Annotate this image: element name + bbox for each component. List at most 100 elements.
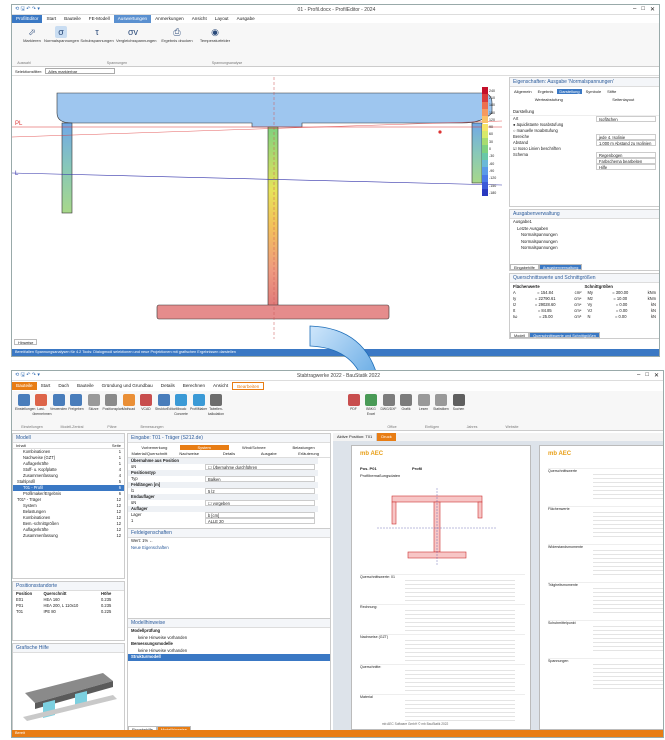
tab-2[interactable]: Bauteile bbox=[60, 15, 85, 23]
tab-3[interactable]: FE-Modell bbox=[85, 15, 114, 23]
property-value[interactable]: Hilfe bbox=[596, 163, 656, 170]
input-value[interactable]: ALLE 20 bbox=[205, 518, 315, 524]
subtab-werteabstufung[interactable]: Werteabstufung bbox=[535, 97, 563, 102]
property-row[interactable]: Hilfe bbox=[510, 163, 659, 170]
close-button[interactable]: ✕ bbox=[654, 372, 659, 379]
close-button[interactable]: ✕ bbox=[650, 6, 655, 13]
props-tab-4[interactable]: Stifte bbox=[605, 89, 618, 94]
excel-button[interactable]: BBKG Excel bbox=[363, 394, 380, 416]
props-tab-3[interactable]: Symbole bbox=[584, 89, 604, 94]
load-button[interactable]: Last-übernehmen bbox=[33, 394, 52, 416]
input-tab[interactable]: Details bbox=[210, 451, 249, 456]
struct-button[interactable]: StrukturEditor bbox=[155, 394, 176, 412]
printer-button[interactable]: ⎙ Ergebnis drucken bbox=[160, 26, 194, 44]
props-tab-2[interactable]: Darstellung bbox=[557, 89, 582, 94]
pdf-button[interactable]: PDF bbox=[345, 394, 362, 412]
tab-3[interactable]: Bauteile bbox=[73, 382, 98, 390]
input-tab[interactable]: Erläuterung bbox=[289, 451, 328, 456]
calc-button[interactable]: Mbcalc Concrete bbox=[173, 394, 190, 416]
tab-0[interactable]: Bauteile bbox=[12, 382, 37, 390]
ew-button[interactable]: Einstellungen bbox=[15, 394, 35, 412]
share-button[interactable]: Freigeben bbox=[68, 394, 85, 412]
vcad-button[interactable]: VCAD bbox=[138, 394, 155, 412]
input-key: Feldlängen [m] bbox=[131, 482, 161, 487]
qat-icons[interactable]: ⟲ 🖫 ↶ ↷ ▾ bbox=[12, 6, 40, 14]
tab-modell[interactable]: Modell bbox=[510, 332, 530, 338]
doc-line-label: Querschnitte: bbox=[360, 665, 382, 669]
tab-4[interactable]: Auswertungen bbox=[113, 15, 152, 23]
dwg-button[interactable]: DWG/DXF bbox=[380, 394, 397, 412]
hinweise-tab[interactable]: Hinweise bbox=[14, 339, 38, 345]
legend-entry: -180 bbox=[482, 189, 502, 197]
stats-button[interactable]: Statistiken bbox=[433, 394, 450, 412]
legend-value: 0 bbox=[489, 147, 491, 152]
tab-7[interactable]: Layout bbox=[211, 15, 233, 23]
maximize-button[interactable]: □ bbox=[645, 372, 649, 379]
table-row[interactable]: T01 IPE 80 0.225 bbox=[13, 609, 124, 615]
tab-1[interactable]: Start bbox=[42, 15, 60, 23]
tab-4[interactable]: Gründung und Grundbau bbox=[98, 382, 157, 390]
legend-value: 60 bbox=[489, 132, 493, 137]
drawing-canvas[interactable]: PL L 240 210 180 150 120 90 60 30 0 -30 -60 -90 -120… bbox=[12, 77, 503, 339]
input-tab[interactable]: Nachweise bbox=[170, 451, 209, 456]
tab-0[interactable]: ProfilEditor bbox=[12, 15, 43, 23]
qat-icons[interactable]: ⟲ 🖫 ↶ ↷ ▾ bbox=[12, 372, 40, 380]
tab-2[interactable]: Dach bbox=[54, 382, 73, 390]
properties-panel: Eigenschaften: Ausgabe 'Normalspannungen… bbox=[509, 77, 659, 207]
tau-button[interactable]: τ Schubspannungen bbox=[80, 26, 114, 44]
tab-eingabehilfe[interactable]: Eingabehilfe bbox=[510, 264, 539, 270]
input-tab[interactable]: Ausgabe bbox=[249, 451, 288, 456]
tab-6[interactable]: Ansicht bbox=[188, 15, 211, 23]
graphic-button[interactable]: Grafik bbox=[398, 394, 415, 412]
input-tab[interactable]: Wind/Schnee bbox=[230, 445, 279, 450]
table-button[interactable]: Tabellen-kalkulation bbox=[208, 394, 225, 416]
tab-ausgabenverwaltung[interactable]: Ausgabenverwaltung bbox=[538, 264, 583, 270]
sigma-v-button[interactable]: σv Vergleichsspannungen bbox=[116, 26, 156, 44]
input-tab[interactable]: System bbox=[179, 445, 229, 450]
output-item[interactable]: Normalspannungen bbox=[510, 245, 659, 252]
use-button[interactable]: Verwenden bbox=[50, 394, 67, 412]
ew-icon bbox=[17, 394, 30, 406]
legend-value: 150 bbox=[489, 110, 495, 115]
l-line bbox=[12, 172, 503, 186]
input-tab[interactable]: Vorbemerkung bbox=[130, 445, 179, 450]
filter-select[interactable]: Alles markierbar bbox=[45, 68, 116, 74]
tab-8[interactable]: Ausgabe bbox=[233, 15, 259, 23]
beam-3d-illustration bbox=[23, 673, 117, 721]
tab-6[interactable]: Berechnen bbox=[179, 382, 209, 390]
legend-value: 30 bbox=[489, 139, 493, 144]
tab-5[interactable]: Details bbox=[157, 382, 179, 390]
sketch-button[interactable]: Skizze bbox=[85, 394, 102, 412]
props-tab-1[interactable]: Ergebnis bbox=[536, 89, 556, 94]
doc-tab-active-position[interactable]: Aktive Position: T01 bbox=[333, 433, 378, 441]
maximize-button[interactable]: □ bbox=[641, 6, 645, 13]
button-label: Freigeben bbox=[68, 407, 84, 411]
button-label: Skizze bbox=[88, 407, 99, 411]
doc-tab-druck[interactable]: Druck bbox=[377, 433, 396, 441]
tab-querschnittswerte[interactable]: Querschnittswerte und Schnittgrößen bbox=[529, 332, 600, 338]
doc-table-placeholder bbox=[405, 697, 515, 721]
input-tab[interactable]: Belastungen bbox=[279, 445, 328, 450]
tab-8[interactable]: Bearbeiten bbox=[232, 382, 265, 390]
table-cell: IPE 80 bbox=[43, 609, 56, 614]
plan-button[interactable]: Positionsplan bbox=[103, 394, 123, 412]
model-tree-item[interactable]: Zusammenfassung 12 bbox=[13, 533, 124, 539]
thermometer-button[interactable]: ◉ Temperaturfelder bbox=[198, 26, 232, 44]
props-tab-0[interactable]: Allgemein bbox=[512, 89, 534, 94]
sigma-button[interactable]: σ Normalspannungen bbox=[44, 26, 79, 44]
tab-7[interactable]: Ansicht bbox=[209, 382, 232, 390]
profil-button[interactable]: ProfilMaker bbox=[190, 394, 207, 412]
tab-1[interactable]: Start bbox=[37, 382, 55, 390]
subtab-seitenlayout[interactable]: Seitenlayout bbox=[612, 97, 634, 102]
input-row[interactable]: 1 ALLE 20 bbox=[128, 518, 318, 524]
hint-item[interactable]: Strukturmodell bbox=[128, 654, 330, 661]
minimize-button[interactable]: – bbox=[637, 372, 640, 379]
input-tab[interactable]: Material/Querschnitt bbox=[130, 451, 169, 456]
mathcad-button[interactable]: Mathcad bbox=[120, 394, 137, 412]
minimize-button[interactable]: – bbox=[633, 6, 636, 13]
binoculars-button[interactable]: Suchen bbox=[450, 394, 467, 412]
feld-new[interactable]: Neue Eigenschaften bbox=[128, 545, 330, 552]
read-button[interactable]: Lesen bbox=[415, 394, 432, 412]
tab-5[interactable]: Anmerkungen bbox=[151, 15, 188, 23]
legend-entry: 210 bbox=[482, 94, 502, 102]
